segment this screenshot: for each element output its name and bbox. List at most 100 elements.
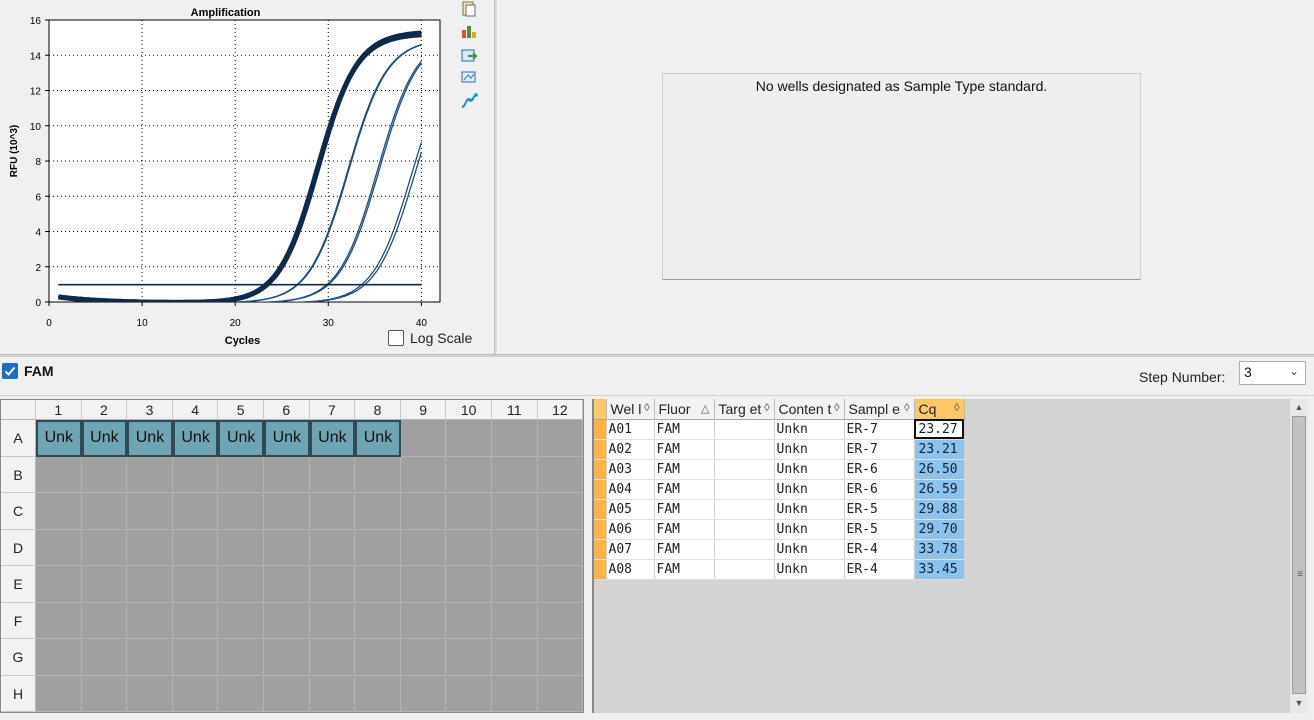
cell-content[interactable]: Unkn [774,559,845,580]
plate-well[interactable] [446,566,492,603]
plate-well[interactable] [537,566,584,603]
plate-well[interactable] [492,493,538,530]
plate-row-header[interactable]: H [1,675,36,712]
plate-well[interactable] [127,566,173,603]
plate-well[interactable] [537,493,584,530]
plate-well[interactable] [446,529,492,566]
plate-well[interactable] [127,602,173,639]
cell-cq[interactable]: 26.50 [914,459,965,480]
step-number-select[interactable]: 3 ⌄ [1239,361,1306,385]
plate-well[interactable] [309,675,356,712]
plate-well[interactable] [355,675,401,712]
cell-content[interactable]: Unkn [774,519,845,540]
column-header-cq[interactable]: Cq ◊ [914,399,965,420]
plate-well[interactable] [355,529,401,566]
table-row[interactable]: A02 FAM Unkn ER-7 23.21 [594,439,965,460]
cell-well[interactable]: A07 [606,539,655,560]
cell-sample[interactable]: ER-6 [844,479,915,500]
plate-well[interactable] [264,675,310,712]
plate-well[interactable]: Unk [309,420,356,457]
plate-well[interactable] [172,566,219,603]
plate-well[interactable] [218,602,264,639]
plate-well[interactable] [127,493,173,530]
plate-well[interactable] [264,493,310,530]
column-header-fluor[interactable]: Fluor △ [654,399,715,420]
cell-well[interactable]: A04 [606,479,655,500]
cell-target[interactable] [714,539,775,560]
plate-row-header[interactable]: C [1,493,36,530]
plate-well[interactable] [172,493,219,530]
plate-well[interactable] [309,602,356,639]
fam-checkbox[interactable] [2,363,18,379]
plate-well[interactable] [400,602,447,639]
plate-column-header[interactable]: 10 [446,400,492,420]
plate-well[interactable] [400,639,447,676]
column-header-content[interactable]: Conten t ◊ [774,399,845,420]
column-header-well[interactable]: Wel l ◊ [606,399,655,420]
plate-well[interactable] [264,639,310,676]
plate-well[interactable] [400,529,447,566]
plate-well[interactable] [127,639,173,676]
plate-well[interactable] [400,420,447,457]
plate-column-header[interactable]: 11 [492,400,538,420]
plate-well[interactable] [537,639,584,676]
row-selector[interactable] [594,479,607,500]
log-scale-checkbox[interactable] [388,330,404,346]
cell-target[interactable] [714,459,775,480]
plate-well[interactable] [81,602,128,639]
plate-well[interactable] [172,456,219,493]
plate-well[interactable] [446,420,492,457]
table-row[interactable]: A06 FAM Unkn ER-5 29.70 [594,519,965,540]
view-curves-icon[interactable] [460,92,478,110]
plate-well[interactable] [400,456,447,493]
plate-well[interactable] [218,456,264,493]
plate-well[interactable] [492,675,538,712]
vertical-splitter[interactable] [494,0,498,354]
plate-well[interactable] [537,675,584,712]
cell-sample[interactable]: ER-4 [844,539,915,560]
plate-well[interactable]: Unk [264,420,310,457]
cell-content[interactable]: Unkn [774,479,845,500]
table-row[interactable]: A07 FAM Unkn ER-4 33.78 [594,539,965,560]
cell-fluor[interactable]: FAM [654,499,715,520]
plate-row-header[interactable]: D [1,529,36,566]
plate-well[interactable]: Unk [355,420,401,457]
plate-well[interactable] [81,529,128,566]
plate-row-header[interactable]: E [1,566,36,603]
plate-well[interactable] [172,529,219,566]
plate-column-header[interactable]: 12 [537,400,584,420]
plate-well[interactable] [127,529,173,566]
plate-well[interactable]: Unk [81,420,128,457]
plate-well[interactable] [127,675,173,712]
plate-well[interactable] [492,602,538,639]
plate-well[interactable] [172,675,219,712]
column-header-target[interactable]: Targ et ◊ [714,399,775,420]
plate-row-header[interactable]: A [1,420,36,457]
cell-content[interactable]: Unkn [774,459,845,480]
cell-content[interactable]: Unkn [774,539,845,560]
plate-well[interactable] [446,639,492,676]
cell-cq[interactable]: 29.70 [914,519,965,540]
cell-target[interactable] [714,499,775,520]
cell-target[interactable] [714,439,775,460]
plate-well[interactable] [172,639,219,676]
plate-well[interactable] [218,639,264,676]
plate-well[interactable]: Unk [218,420,264,457]
cell-content[interactable]: Unkn [774,499,845,520]
cell-target[interactable] [714,479,775,500]
cell-target[interactable] [714,419,775,440]
row-selector[interactable] [594,499,607,520]
plate-well[interactable] [218,566,264,603]
cell-sample[interactable]: ER-6 [844,459,915,480]
row-selector[interactable] [594,439,607,460]
plate-well[interactable]: Unk [172,420,219,457]
cell-cq[interactable]: 26.59 [914,479,965,500]
table-row[interactable]: A01 FAM Unkn ER-7 23.27 [594,419,965,440]
cell-sample[interactable]: ER-5 [844,499,915,520]
plate-well[interactable] [172,602,219,639]
cell-fluor[interactable]: FAM [654,539,715,560]
plate-well[interactable] [537,420,584,457]
plate-column-header[interactable]: 1 [36,400,82,420]
plate-well[interactable] [446,602,492,639]
table-row[interactable]: A04 FAM Unkn ER-6 26.59 [594,479,965,500]
